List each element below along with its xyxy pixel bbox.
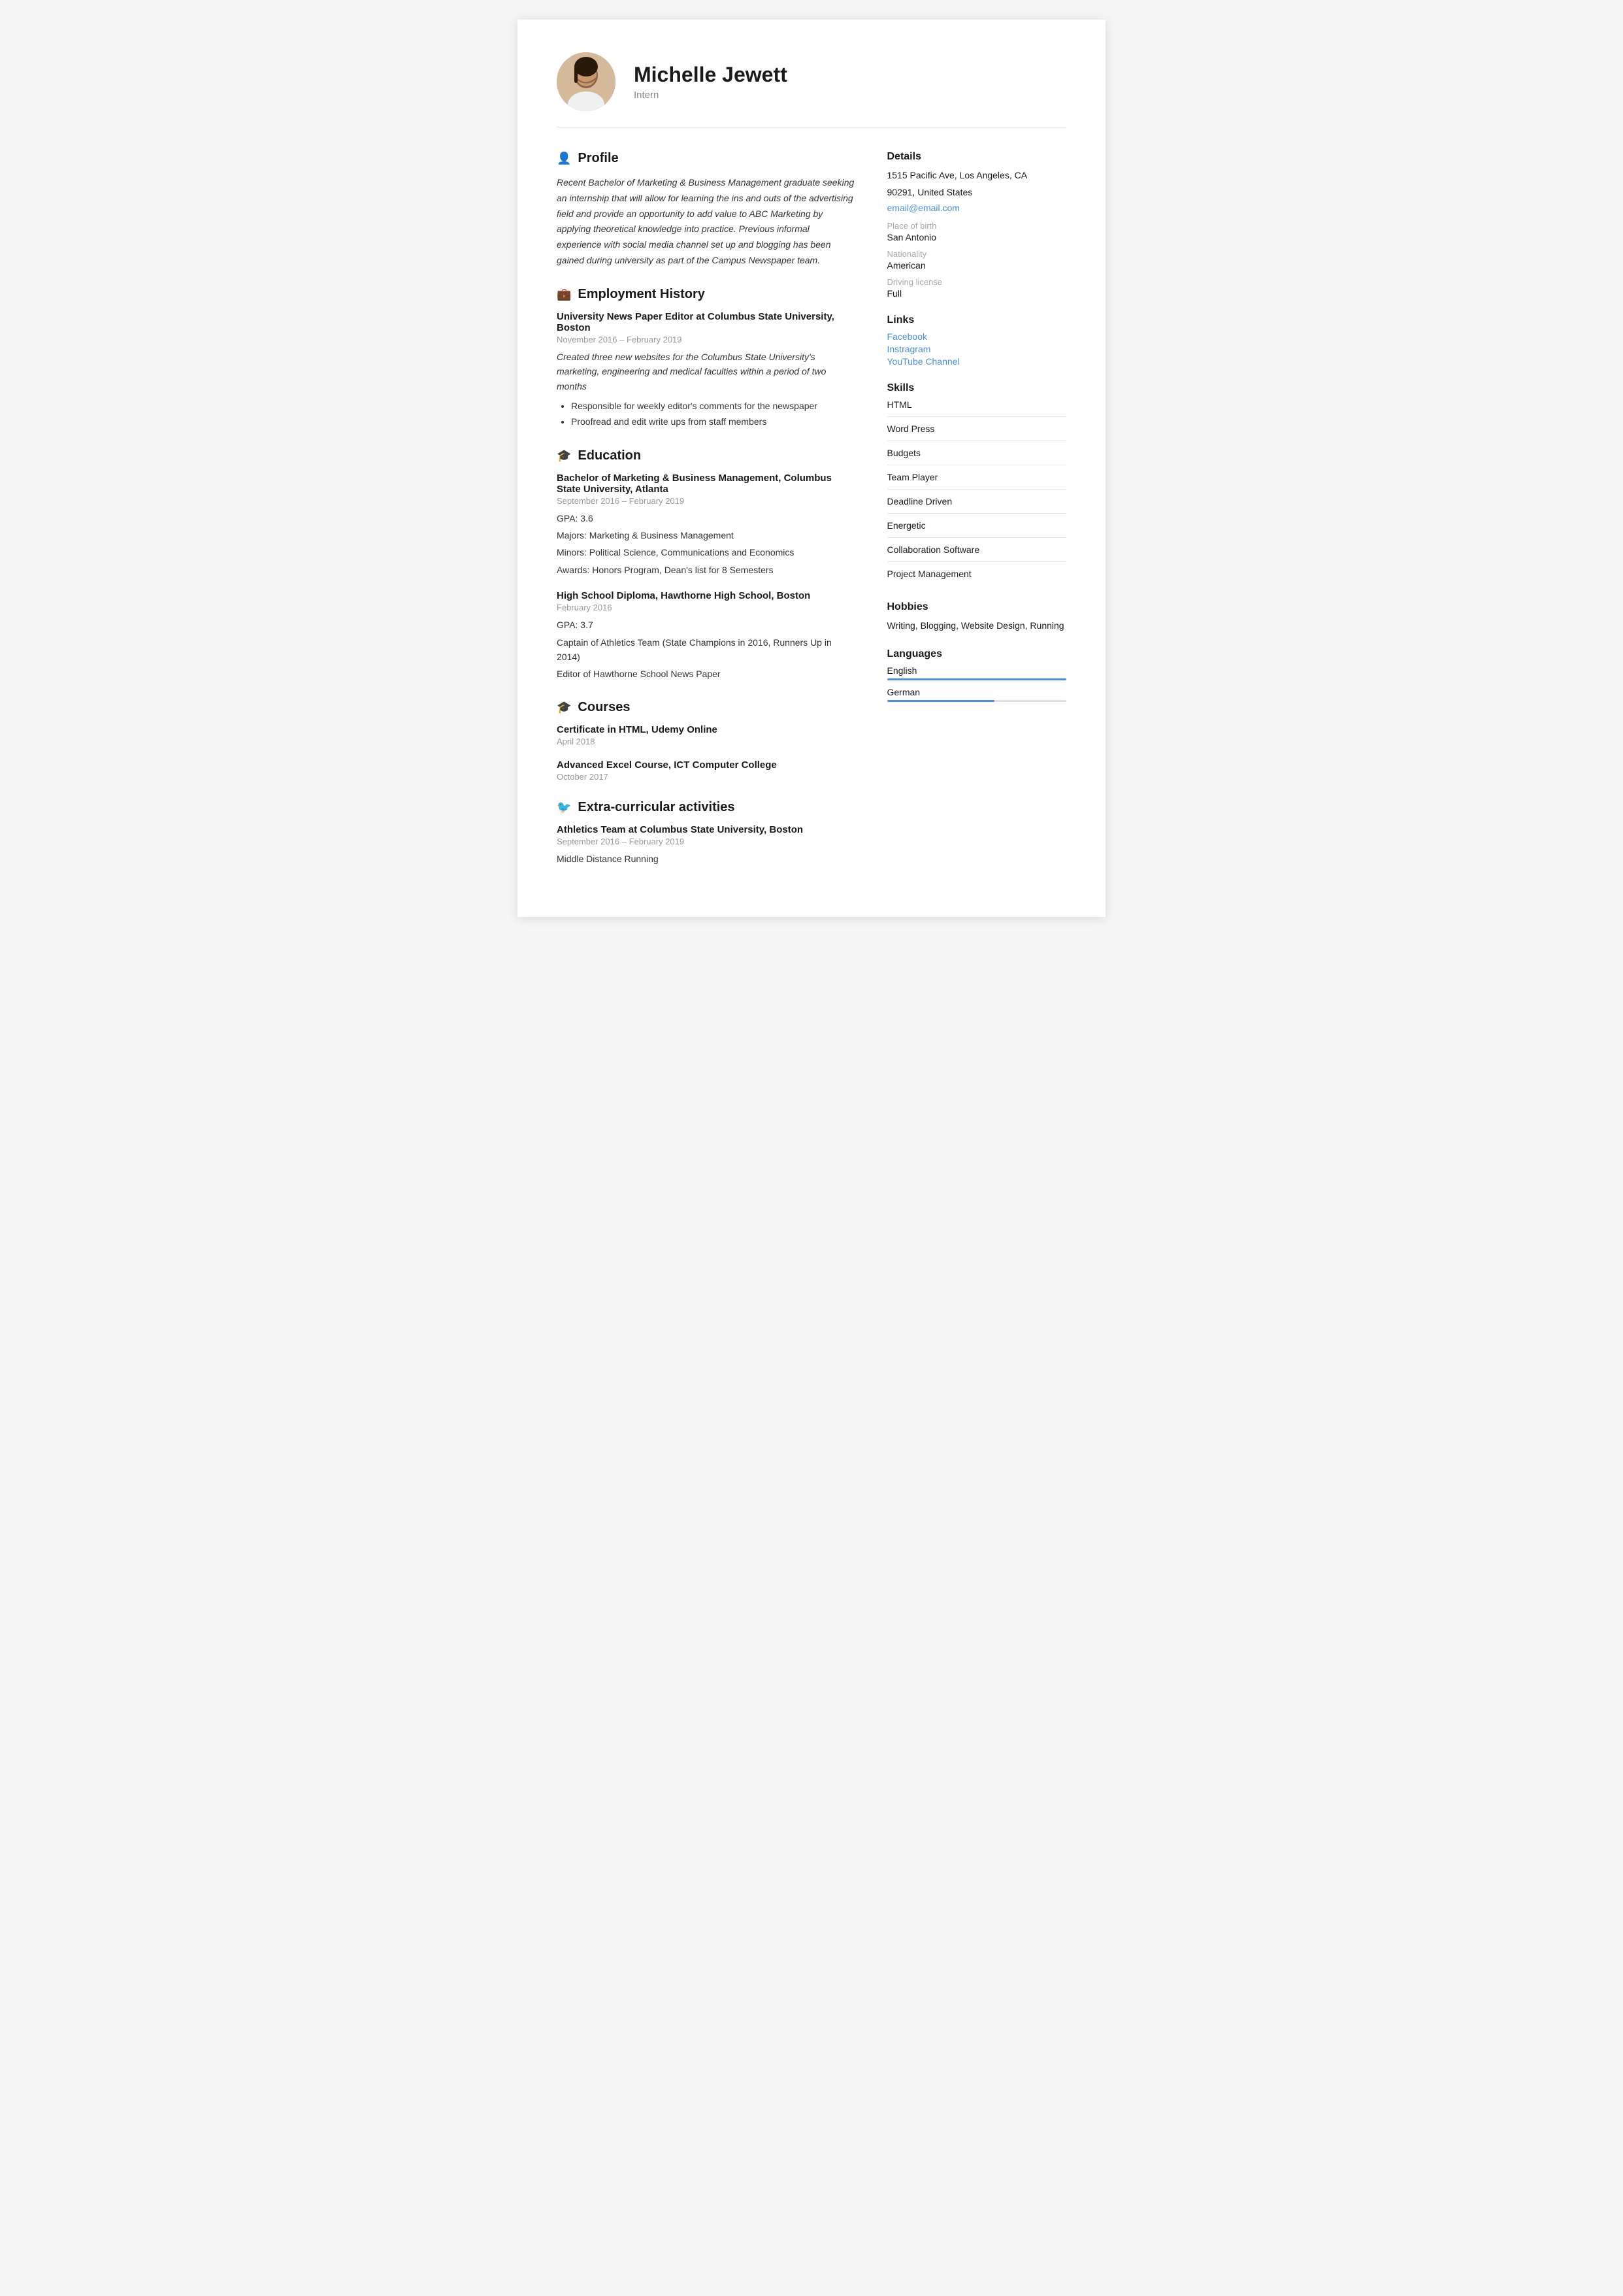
- course-2-title: Advanced Excel Course, ICT Computer Coll…: [557, 759, 856, 771]
- skill-2: Word Press: [887, 424, 1067, 441]
- hobbies-text: Writing, Blogging, Website Design, Runni…: [887, 618, 1067, 633]
- education-entry-2-date: February 2016: [557, 603, 856, 612]
- details-section: Details 1515 Pacific Ave, Los Angeles, C…: [887, 151, 1067, 299]
- body-layout: 👤 Profile Recent Bachelor of Marketing &…: [557, 151, 1066, 884]
- employment-icon: 💼: [557, 288, 571, 301]
- language-english-bar-bg: [887, 678, 1067, 680]
- skills-section-title: Skills: [887, 382, 1067, 394]
- courses-section-title: 🎓 Courses: [557, 700, 856, 715]
- course-1-title: Certificate in HTML, Udemy Online: [557, 724, 856, 735]
- language-english-name: English: [887, 665, 1067, 676]
- languages-section: Languages English German: [887, 648, 1067, 702]
- extra-entry-1: Athletics Team at Columbus State Univers…: [557, 824, 856, 866]
- employment-entry-1: University News Paper Editor at Columbus…: [557, 311, 856, 430]
- hobbies-section: Hobbies Writing, Blogging, Website Desig…: [887, 601, 1067, 633]
- education-entry-2: High School Diploma, Hawthorne High Scho…: [557, 590, 856, 682]
- education-icon: 🎓: [557, 449, 571, 463]
- language-german-bar-fill: [887, 700, 995, 702]
- course-2-date: October 2017: [557, 772, 856, 782]
- edu-detail-1-3: Awards: Honors Program, Dean's list for …: [557, 563, 856, 577]
- edu-detail-2-1: Captain of Athletics Team (State Champio…: [557, 635, 856, 665]
- employment-entry-1-date: November 2016 – February 2019: [557, 335, 856, 344]
- language-german: German: [887, 687, 1067, 702]
- extra-1-date: September 2016 – February 2019: [557, 837, 856, 846]
- course-1-date: April 2018: [557, 737, 856, 746]
- link-instagram[interactable]: Instragram: [887, 344, 1067, 354]
- education-section: 🎓 Education Bachelor of Marketing & Busi…: [557, 448, 856, 682]
- skill-1: HTML: [887, 399, 1067, 417]
- nationality-label: Nationality: [887, 249, 1067, 259]
- education-entry-1-title: Bachelor of Marketing & Business Managem…: [557, 473, 856, 495]
- edu-detail-2-2: Editor of Hawthorne School News Paper: [557, 667, 856, 681]
- driving-license-label: Driving license: [887, 277, 1067, 287]
- languages-section-title: Languages: [887, 648, 1067, 660]
- extracurricular-section: 🐦 Extra-curricular activities Athletics …: [557, 800, 856, 866]
- extra-1-title: Athletics Team at Columbus State Univers…: [557, 824, 856, 835]
- candidate-title: Intern: [634, 90, 787, 101]
- language-german-name: German: [887, 687, 1067, 697]
- side-column: Details 1515 Pacific Ave, Los Angeles, C…: [887, 151, 1067, 884]
- skill-3: Budgets: [887, 448, 1067, 465]
- edu-detail-1-0: GPA: 3.6: [557, 511, 856, 525]
- skill-8: Project Management: [887, 569, 1067, 586]
- edu-detail-1-1: Majors: Marketing & Business Management: [557, 528, 856, 542]
- extracurricular-section-title: 🐦 Extra-curricular activities: [557, 800, 856, 815]
- employment-entry-1-title: University News Paper Editor at Columbus…: [557, 311, 856, 333]
- place-of-birth-label: Place of birth: [887, 221, 1067, 231]
- course-entry-2: Advanced Excel Course, ICT Computer Coll…: [557, 759, 856, 782]
- edu-detail-1-2: Minors: Political Science, Communication…: [557, 545, 856, 559]
- skill-4: Team Player: [887, 472, 1067, 490]
- main-column: 👤 Profile Recent Bachelor of Marketing &…: [557, 151, 856, 884]
- employment-entry-1-bullets: Responsible for weekly editor's comments…: [557, 399, 856, 430]
- bullet-1: Responsible for weekly editor's comments…: [571, 399, 856, 414]
- header-info: Michelle Jewett Intern: [634, 63, 787, 101]
- courses-icon: 🎓: [557, 701, 571, 714]
- course-entry-1: Certificate in HTML, Udemy Online April …: [557, 724, 856, 746]
- language-english: English: [887, 665, 1067, 680]
- address-line2: 90291, United States: [887, 185, 1067, 199]
- header: Michelle Jewett Intern: [557, 52, 1066, 127]
- profile-section: 👤 Profile Recent Bachelor of Marketing &…: [557, 151, 856, 269]
- employment-entry-1-desc: Created three new websites for the Colum…: [557, 350, 856, 393]
- hobbies-section-title: Hobbies: [887, 601, 1067, 613]
- driving-license-value: Full: [887, 288, 1067, 299]
- edu-detail-2-0: GPA: 3.7: [557, 618, 856, 632]
- links-section: Links Facebook Instragram YouTube Channe…: [887, 314, 1067, 367]
- email-link[interactable]: email@email.com: [887, 203, 960, 213]
- language-german-bar-bg: [887, 700, 1067, 702]
- extra-1-detail-0: Middle Distance Running: [557, 852, 856, 866]
- profile-icon: 👤: [557, 152, 571, 165]
- place-of-birth-value: San Antonio: [887, 232, 1067, 242]
- bullet-2: Proofread and edit write ups from staff …: [571, 414, 856, 430]
- details-section-title: Details: [887, 151, 1067, 163]
- profile-section-title: 👤 Profile: [557, 151, 856, 166]
- education-entry-2-title: High School Diploma, Hawthorne High Scho…: [557, 590, 856, 601]
- skill-7: Collaboration Software: [887, 544, 1067, 562]
- skill-6: Energetic: [887, 520, 1067, 538]
- skill-5: Deadline Driven: [887, 496, 1067, 514]
- link-facebook[interactable]: Facebook: [887, 331, 1067, 342]
- resume-container: Michelle Jewett Intern 👤 Profile Recent …: [517, 20, 1106, 917]
- nationality-value: American: [887, 260, 1067, 271]
- employment-section-title: 💼 Employment History: [557, 287, 856, 302]
- candidate-name: Michelle Jewett: [634, 63, 787, 87]
- address-line1: 1515 Pacific Ave, Los Angeles, CA: [887, 168, 1067, 182]
- avatar: [557, 52, 615, 111]
- language-english-bar-fill: [887, 678, 1067, 680]
- education-entry-1: Bachelor of Marketing & Business Managem…: [557, 473, 856, 578]
- profile-text: Recent Bachelor of Marketing & Business …: [557, 175, 856, 269]
- extracurricular-icon: 🐦: [557, 801, 571, 814]
- courses-section: 🎓 Courses Certificate in HTML, Udemy Onl…: [557, 700, 856, 782]
- link-youtube[interactable]: YouTube Channel: [887, 356, 1067, 367]
- education-entry-1-date: September 2016 – February 2019: [557, 496, 856, 506]
- education-section-title: 🎓 Education: [557, 448, 856, 463]
- employment-section: 💼 Employment History University News Pap…: [557, 287, 856, 430]
- links-section-title: Links: [887, 314, 1067, 326]
- skills-section: Skills HTML Word Press Budgets Team Play…: [887, 382, 1067, 586]
